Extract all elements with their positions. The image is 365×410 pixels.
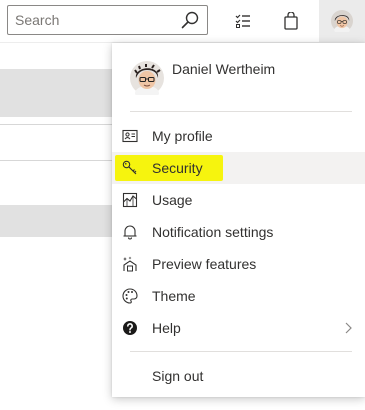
menu-item-label: Help	[152, 320, 181, 336]
menu-separator	[130, 111, 352, 112]
menu-item-label: Security	[152, 160, 203, 176]
menu-item-usage[interactable]: Usage	[112, 184, 365, 216]
account-menu: Daniel Wertheim My profile Security Usag…	[112, 43, 365, 397]
menu-item-theme[interactable]: Theme	[112, 280, 365, 312]
usage-chart-icon	[122, 192, 138, 208]
menu-item-label: My profile	[152, 128, 213, 144]
menu-item-label: Notification settings	[152, 224, 274, 240]
shopping-bag-icon	[284, 12, 298, 30]
background-header-row	[0, 69, 130, 117]
menu-item-label: Theme	[152, 288, 196, 304]
top-bar	[0, 0, 365, 42]
preview-features-icon	[123, 256, 137, 272]
menu-item-preview-features[interactable]: Preview features	[112, 248, 365, 280]
bell-icon	[123, 225, 137, 240]
menu-item-security[interactable]: Security	[112, 152, 365, 184]
menu-item-label: Usage	[152, 192, 193, 208]
avatar	[130, 61, 164, 95]
search-icon[interactable]	[181, 11, 199, 29]
help-icon	[123, 321, 137, 335]
search-input[interactable]	[9, 7, 177, 33]
marketplace-button[interactable]	[270, 0, 312, 42]
user-name: Daniel Wertheim	[172, 61, 276, 77]
contact-card-icon	[122, 129, 138, 143]
background-divider	[0, 160, 130, 161]
avatar	[331, 10, 353, 32]
background-row	[0, 205, 130, 237]
menu-separator	[130, 351, 352, 352]
menu-item-help[interactable]: Help	[112, 312, 365, 344]
search-box[interactable]	[7, 5, 208, 35]
task-list-button[interactable]	[222, 0, 264, 42]
background-divider	[0, 124, 130, 125]
sign-out-button[interactable]: Sign out	[112, 360, 365, 392]
menu-item-label: Preview features	[152, 256, 257, 272]
menu-item-notification-settings[interactable]: Notification settings	[112, 216, 365, 248]
checklist-icon	[235, 14, 250, 28]
account-button[interactable]	[319, 0, 365, 42]
chevron-right-icon	[345, 322, 352, 334]
account-menu-header: Daniel Wertheim	[112, 43, 365, 111]
key-icon	[122, 160, 137, 175]
menu-item-my-profile[interactable]: My profile	[112, 120, 365, 152]
sign-out-label: Sign out	[152, 368, 204, 384]
palette-icon	[122, 288, 138, 304]
